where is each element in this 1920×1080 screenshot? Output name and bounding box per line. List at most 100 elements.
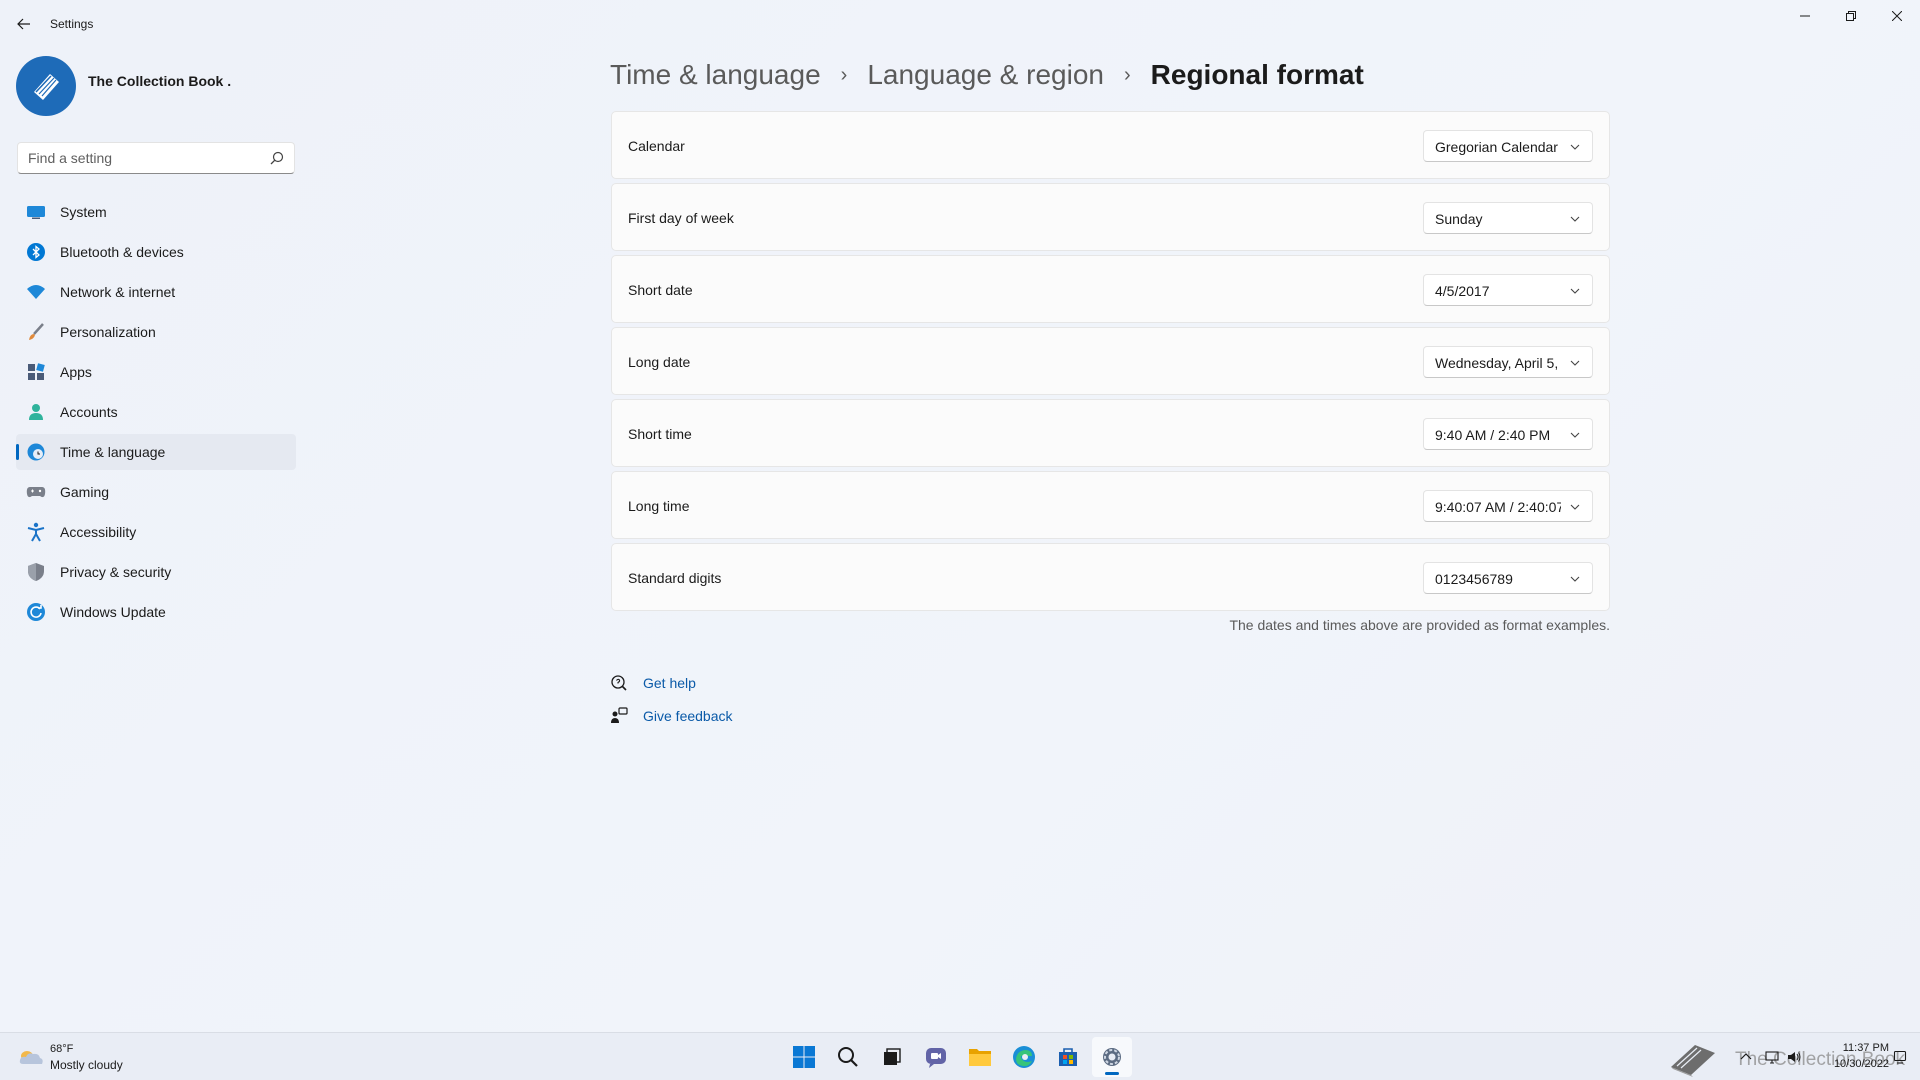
chevron-down-icon: [1570, 576, 1580, 582]
search-box[interactable]: [17, 142, 295, 174]
long-time-dropdown[interactable]: 9:40:07 AM / 2:40:07: [1423, 490, 1593, 522]
store-icon: [1059, 1048, 1077, 1066]
breadcrumb-time-language[interactable]: Time & language: [610, 59, 821, 91]
sidebar-item-label: Personalization: [60, 324, 156, 340]
user-profile[interactable]: The Collection Book .: [16, 56, 296, 118]
give-feedback-row[interactable]: Give feedback: [610, 699, 733, 732]
setting-label: Long date: [628, 354, 691, 370]
gamepad-icon: [26, 482, 46, 502]
sidebar-item-accounts[interactable]: Accounts: [16, 394, 296, 430]
sidebar-item-gaming[interactable]: Gaming: [16, 474, 296, 510]
dropdown-value: 9:40 AM / 2:40 PM: [1435, 427, 1551, 443]
minimize-icon: [1800, 15, 1810, 17]
profile-name: The Collection Book .: [88, 73, 232, 89]
sidebar-item-privacy[interactable]: Privacy & security: [16, 554, 296, 590]
sidebar-item-label: Privacy & security: [60, 564, 172, 580]
chevron-up-icon[interactable]: [1739, 1050, 1753, 1064]
page-title: Regional format: [1150, 59, 1364, 90]
file-explorer-icon: [969, 1049, 991, 1066]
short-date-dropdown[interactable]: 4/5/2017: [1423, 274, 1593, 306]
clock-date[interactable]: 10/30/2022: [1815, 1058, 1889, 1070]
sidebar-item-label: Accessibility: [60, 524, 137, 540]
breadcrumb: Time & language › Language & region › Re…: [610, 54, 1364, 96]
sidebar-item-label: System: [60, 204, 107, 220]
wifi-icon: [26, 282, 46, 302]
volume-icon[interactable]: [1787, 1050, 1801, 1064]
setting-long-date: Long date Wednesday, April 5,: [611, 327, 1610, 395]
setting-label: Calendar: [628, 138, 685, 154]
notification-icon[interactable]: [1893, 1050, 1907, 1064]
weather-widget[interactable]: 68°F Mostly cloudy: [18, 1040, 158, 1074]
chevron-down-icon: [1570, 288, 1580, 294]
standard-digits-dropdown[interactable]: 0123456789: [1423, 562, 1593, 594]
sidebar-item-label: Apps: [60, 364, 92, 380]
breadcrumb-separator: ›: [840, 63, 848, 86]
sidebar-item-personalization[interactable]: Personalization: [16, 314, 296, 350]
search-input[interactable]: [28, 150, 258, 166]
chevron-down-icon: [1570, 360, 1580, 366]
edge-button[interactable]: [1004, 1037, 1044, 1077]
breadcrumb-separator: ›: [1123, 63, 1131, 86]
search-icon[interactable]: [270, 151, 284, 165]
book-logo-icon: [34, 74, 59, 100]
start-button[interactable]: [784, 1037, 824, 1077]
chevron-down-icon: [1570, 216, 1580, 222]
sidebar-item-network[interactable]: Network & internet: [16, 274, 296, 310]
person-icon: [26, 402, 46, 422]
setting-label: Short time: [628, 426, 692, 442]
window-title: Settings: [50, 17, 94, 31]
file-explorer-button[interactable]: [960, 1037, 1000, 1077]
dropdown-value: Sunday: [1435, 211, 1483, 227]
chat-button[interactable]: [916, 1037, 956, 1077]
close-button[interactable]: [1874, 0, 1920, 32]
give-feedback-link[interactable]: Give feedback: [643, 708, 733, 724]
task-view-button[interactable]: [872, 1037, 912, 1077]
dropdown-value: Gregorian Calendar: [1435, 139, 1558, 155]
sidebar-item-windows-update[interactable]: Windows Update: [16, 594, 296, 630]
first-day-dropdown[interactable]: Sunday: [1423, 202, 1593, 234]
settings-icon: [1103, 1048, 1121, 1066]
settings-taskbar-button[interactable]: [1092, 1037, 1132, 1077]
sidebar-nav: System Bluetooth & devices Network & int…: [16, 194, 296, 634]
dropdown-value: 0123456789: [1435, 571, 1513, 587]
sidebar-item-time-language[interactable]: Time & language: [16, 434, 296, 470]
edge-icon: [1013, 1046, 1035, 1068]
minimize-button[interactable]: [1782, 0, 1828, 32]
sidebar-item-system[interactable]: System: [16, 194, 296, 230]
title-bar: Settings: [0, 0, 1920, 48]
search-icon: [838, 1047, 858, 1067]
chevron-down-icon: [1570, 432, 1580, 438]
sidebar-item-accessibility[interactable]: Accessibility: [16, 514, 296, 550]
store-button[interactable]: [1048, 1037, 1088, 1077]
setting-short-date: Short date 4/5/2017: [611, 255, 1610, 323]
setting-label: Standard digits: [628, 570, 722, 586]
taskbar-search-button[interactable]: [828, 1037, 868, 1077]
chevron-down-icon: [1570, 144, 1580, 150]
get-help-link[interactable]: Get help: [643, 675, 696, 691]
short-time-dropdown[interactable]: 9:40 AM / 2:40 PM: [1423, 418, 1593, 450]
long-date-dropdown[interactable]: Wednesday, April 5,: [1423, 346, 1593, 378]
get-help-row[interactable]: Get help: [610, 666, 733, 699]
setting-calendar: Calendar Gregorian Calendar: [611, 111, 1610, 179]
restore-button[interactable]: [1828, 0, 1874, 32]
calendar-dropdown[interactable]: Gregorian Calendar: [1423, 130, 1593, 162]
breadcrumb-language-region[interactable]: Language & region: [867, 59, 1104, 91]
back-button[interactable]: [10, 12, 38, 36]
monitor-icon: [26, 202, 46, 222]
setting-standard-digits: Standard digits 0123456789: [611, 543, 1610, 611]
feedback-icon: [610, 706, 628, 725]
sidebar-item-bluetooth[interactable]: Bluetooth & devices: [16, 234, 296, 270]
sidebar-item-apps[interactable]: Apps: [16, 354, 296, 390]
format-examples-note: The dates and times above are provided a…: [1229, 617, 1610, 633]
setting-short-time: Short time 9:40 AM / 2:40 PM: [611, 399, 1610, 467]
sidebar-item-label: Gaming: [60, 484, 110, 500]
network-icon[interactable]: [1765, 1050, 1779, 1064]
dropdown-value: 4/5/2017: [1435, 283, 1490, 299]
close-icon: [1892, 11, 1902, 21]
task-view-icon: [884, 1048, 901, 1065]
sidebar-item-label: Bluetooth & devices: [60, 244, 184, 260]
accessibility-icon: [26, 522, 46, 542]
globe-clock-icon: [26, 442, 46, 462]
brush-icon: [26, 322, 46, 342]
clock-time[interactable]: 11:37 PM: [1825, 1042, 1889, 1054]
